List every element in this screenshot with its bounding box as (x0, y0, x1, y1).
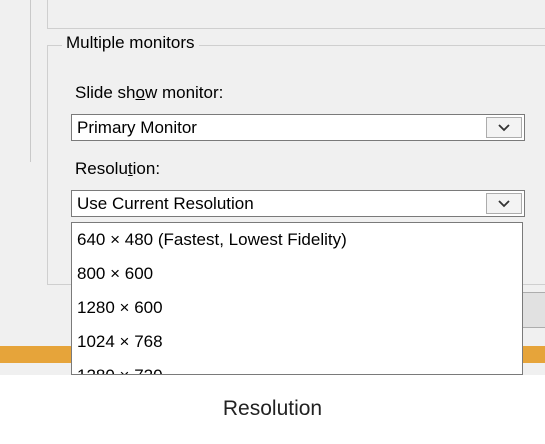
group-title: Multiple monitors (62, 33, 199, 53)
slideshow-monitor-select[interactable]: Primary Monitor (71, 114, 525, 141)
resolution-dropdown-list[interactable]: 640 × 480 (Fastest, Lowest Fidelity) 800… (71, 222, 523, 375)
resolution-option[interactable]: 800 × 600 (72, 257, 522, 291)
resolution-option[interactable]: 1280 × 600 (72, 291, 522, 325)
upper-group-box (47, 0, 545, 29)
left-panel-edge (0, 0, 31, 162)
resolution-option[interactable]: 640 × 480 (Fastest, Lowest Fidelity) (72, 223, 522, 257)
resolution-option[interactable]: 1024 × 768 (72, 325, 522, 359)
slideshow-monitor-label: Slide show monitor: (75, 83, 224, 102)
resolution-option[interactable]: 1280 × 720 (72, 359, 522, 374)
resolution-label: Resolution: (75, 159, 161, 178)
image-caption: Resolution (222, 397, 323, 420)
dialog-area: Multiple monitors Slide show monitor: Pr… (0, 0, 545, 375)
resolution-dropdown-button[interactable] (486, 193, 522, 214)
slideshow-monitor-value: Primary Monitor (77, 118, 197, 137)
dialog-button-partial[interactable] (520, 292, 545, 328)
chevron-down-icon (498, 199, 510, 207)
resolution-value: Use Current Resolution (77, 194, 254, 213)
slideshow-monitor-dropdown-button[interactable] (486, 117, 522, 138)
resolution-select[interactable]: Use Current Resolution (71, 190, 525, 217)
chevron-down-icon (498, 123, 510, 131)
